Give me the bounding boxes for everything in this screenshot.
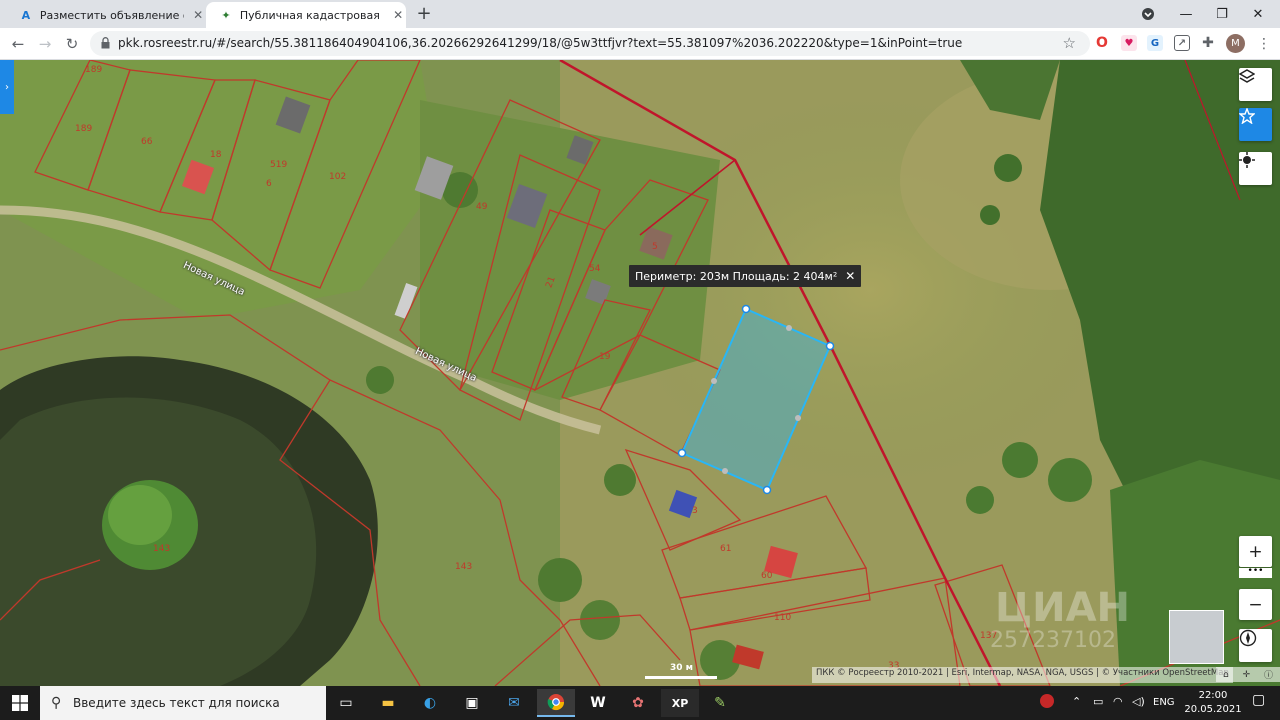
- tab-avito[interactable]: A Разместить объявление о прод ✕: [6, 2, 206, 28]
- mail-icon[interactable]: ✉: [495, 689, 533, 717]
- expand-panel-button[interactable]: ›: [0, 60, 14, 114]
- tab-cadastral-map[interactable]: ✦ Публичная кадастровая карта ✕: [206, 2, 406, 28]
- language-indicator[interactable]: ENG: [1153, 697, 1175, 708]
- tab-title: Разместить объявление о прод: [39, 8, 184, 22]
- tab-search-icon[interactable]: [1136, 4, 1160, 24]
- zoom-divider: •••: [1239, 567, 1272, 578]
- forward-icon[interactable]: →: [35, 34, 55, 54]
- start-button[interactable]: [0, 686, 40, 720]
- minimize-button[interactable]: —: [1174, 4, 1198, 24]
- layers-icon: [1239, 69, 1255, 83]
- clock-time: 22:00: [1198, 690, 1228, 701]
- parcel-label: 60: [761, 571, 773, 581]
- rosreestr-favicon-icon: ✦: [221, 8, 231, 22]
- parcel-label: 5: [652, 242, 658, 252]
- chrome-icon[interactable]: [537, 689, 575, 717]
- home-icon[interactable]: ⌂: [1223, 670, 1229, 680]
- zoom-out-button[interactable]: −: [1239, 589, 1272, 620]
- paint-icon[interactable]: ✎: [701, 689, 739, 717]
- device-tray-icon[interactable]: ▭: [1093, 695, 1103, 708]
- zoom-in-button[interactable]: +: [1239, 536, 1272, 567]
- crosshair-icon: [1239, 152, 1255, 168]
- parcel-label: 110: [774, 613, 791, 623]
- volume-icon[interactable]: ◁): [1132, 695, 1145, 708]
- search-placeholder: Введите здесь текст для поиска: [73, 696, 280, 710]
- edge-icon[interactable]: ◐: [411, 689, 449, 717]
- windows-logo-icon: [12, 695, 28, 711]
- opera-extension-icon[interactable]: O: [1094, 35, 1110, 51]
- bookmark-star-icon[interactable]: ☆: [1063, 34, 1076, 52]
- attribution-tools: ⌂ ✛ ⓘ: [1216, 667, 1280, 682]
- profile-avatar[interactable]: M: [1226, 34, 1245, 53]
- parcel-label: 102: [329, 172, 346, 182]
- parcel-label: 66: [141, 137, 153, 147]
- parcel-label: 19: [599, 352, 611, 362]
- store-icon[interactable]: ▣: [453, 689, 491, 717]
- scale-bar: 30 м: [645, 663, 717, 679]
- avito-favicon-icon: A: [21, 8, 31, 22]
- tab-title: Публичная кадастровая карта: [239, 8, 384, 22]
- compass-button[interactable]: [1239, 629, 1272, 662]
- url-text: pkk.rosreestr.ru/#/search/55.38118640490…: [118, 36, 963, 50]
- compass-icon: [1239, 629, 1257, 647]
- info-icon[interactable]: ⓘ: [1264, 668, 1273, 681]
- taskbar-search[interactable]: ⚲ Введите здесь текст для поиска: [40, 686, 326, 720]
- locate-button[interactable]: [1239, 152, 1272, 185]
- task-view-icon[interactable]: ▭: [327, 689, 365, 717]
- parcel-label: 143: [153, 544, 170, 554]
- services-button[interactable]: [1239, 108, 1272, 141]
- translate-extension-icon[interactable]: G: [1147, 35, 1163, 51]
- show-hidden-icons[interactable]: ⌃: [1072, 695, 1081, 708]
- close-tab-icon[interactable]: ✕: [190, 7, 206, 23]
- layers-button[interactable]: [1239, 68, 1272, 101]
- back-icon[interactable]: ←: [8, 34, 28, 54]
- close-icon[interactable]: ✕: [845, 269, 855, 283]
- screenshot-extension-icon[interactable]: ↗: [1174, 35, 1190, 51]
- close-tab-icon[interactable]: ✕: [390, 7, 406, 23]
- map-attribution: ПКК © Росреестр 2010-2021 | Esri, Interm…: [812, 667, 1233, 683]
- taskbar: ⚲ Введите здесь текст для поиска ▭ ▬ ◐ ▣…: [0, 686, 1280, 720]
- tab-strip: A Разместить объявление о прод ✕ ✦ Публи…: [0, 0, 1280, 28]
- measure-tooltip: Периметр: 203м Площадь: 2 404м² ✕: [629, 265, 862, 287]
- minimap[interactable]: [1169, 610, 1224, 664]
- star-icon: [1239, 108, 1255, 124]
- reload-icon[interactable]: ↻: [62, 34, 82, 54]
- parcel-label: 189: [85, 65, 102, 75]
- clock[interactable]: 22:00 20.05.2021: [1181, 689, 1245, 717]
- extension-icon[interactable]: ♥: [1121, 35, 1137, 51]
- parcel-label: 189: [75, 124, 92, 134]
- notifications-icon[interactable]: ▢: [1252, 692, 1265, 708]
- app-w-icon[interactable]: W: [579, 689, 617, 717]
- app-xp-icon[interactable]: XP: [661, 689, 699, 717]
- extensions-puzzle-icon[interactable]: ✚: [1200, 35, 1216, 51]
- parcel-label: 6: [266, 179, 272, 189]
- address-bar[interactable]: pkk.rosreestr.ru/#/search/55.38118640490…: [90, 31, 1090, 56]
- network-icon[interactable]: ◠: [1113, 695, 1123, 708]
- close-window-button[interactable]: ✕: [1246, 4, 1270, 24]
- scale-label: 30 м: [670, 663, 694, 673]
- parcel-label: 143: [455, 562, 472, 572]
- parcel-label: 54: [589, 264, 601, 274]
- watermark-id: 257237102: [990, 628, 1116, 653]
- parcel-label: 3: [692, 506, 698, 516]
- new-tab-button[interactable]: +: [414, 5, 434, 23]
- maximize-button[interactable]: ❐: [1210, 4, 1234, 24]
- browser-toolbar: ← → ↻ pkk.rosreestr.ru/#/search/55.38118…: [0, 28, 1280, 60]
- pin-icon[interactable]: ✛: [1243, 670, 1251, 680]
- app-colorful-icon[interactable]: ✿: [619, 689, 657, 717]
- scale-line: [645, 676, 717, 679]
- watermark-text: ЦИАН: [995, 585, 1131, 631]
- parcel-label: 18: [210, 150, 222, 160]
- parcel-label: 519: [270, 160, 287, 170]
- lock-icon: [101, 37, 110, 49]
- antivirus-tray-icon[interactable]: [1039, 693, 1055, 712]
- measure-result: Периметр: 203м Площадь: 2 404м²: [635, 269, 838, 283]
- parcel-label: 61: [720, 544, 731, 554]
- cadastral-map[interactable]: 189 189 66 18 519 6 102 49 21 54 5 19 3 …: [0, 60, 1280, 686]
- parcel-label: 49: [476, 202, 488, 212]
- file-explorer-icon[interactable]: ▬: [369, 689, 407, 717]
- search-icon: ⚲: [51, 695, 62, 711]
- clock-date: 20.05.2021: [1184, 704, 1242, 715]
- menu-kebab-icon[interactable]: ⋮: [1254, 34, 1274, 54]
